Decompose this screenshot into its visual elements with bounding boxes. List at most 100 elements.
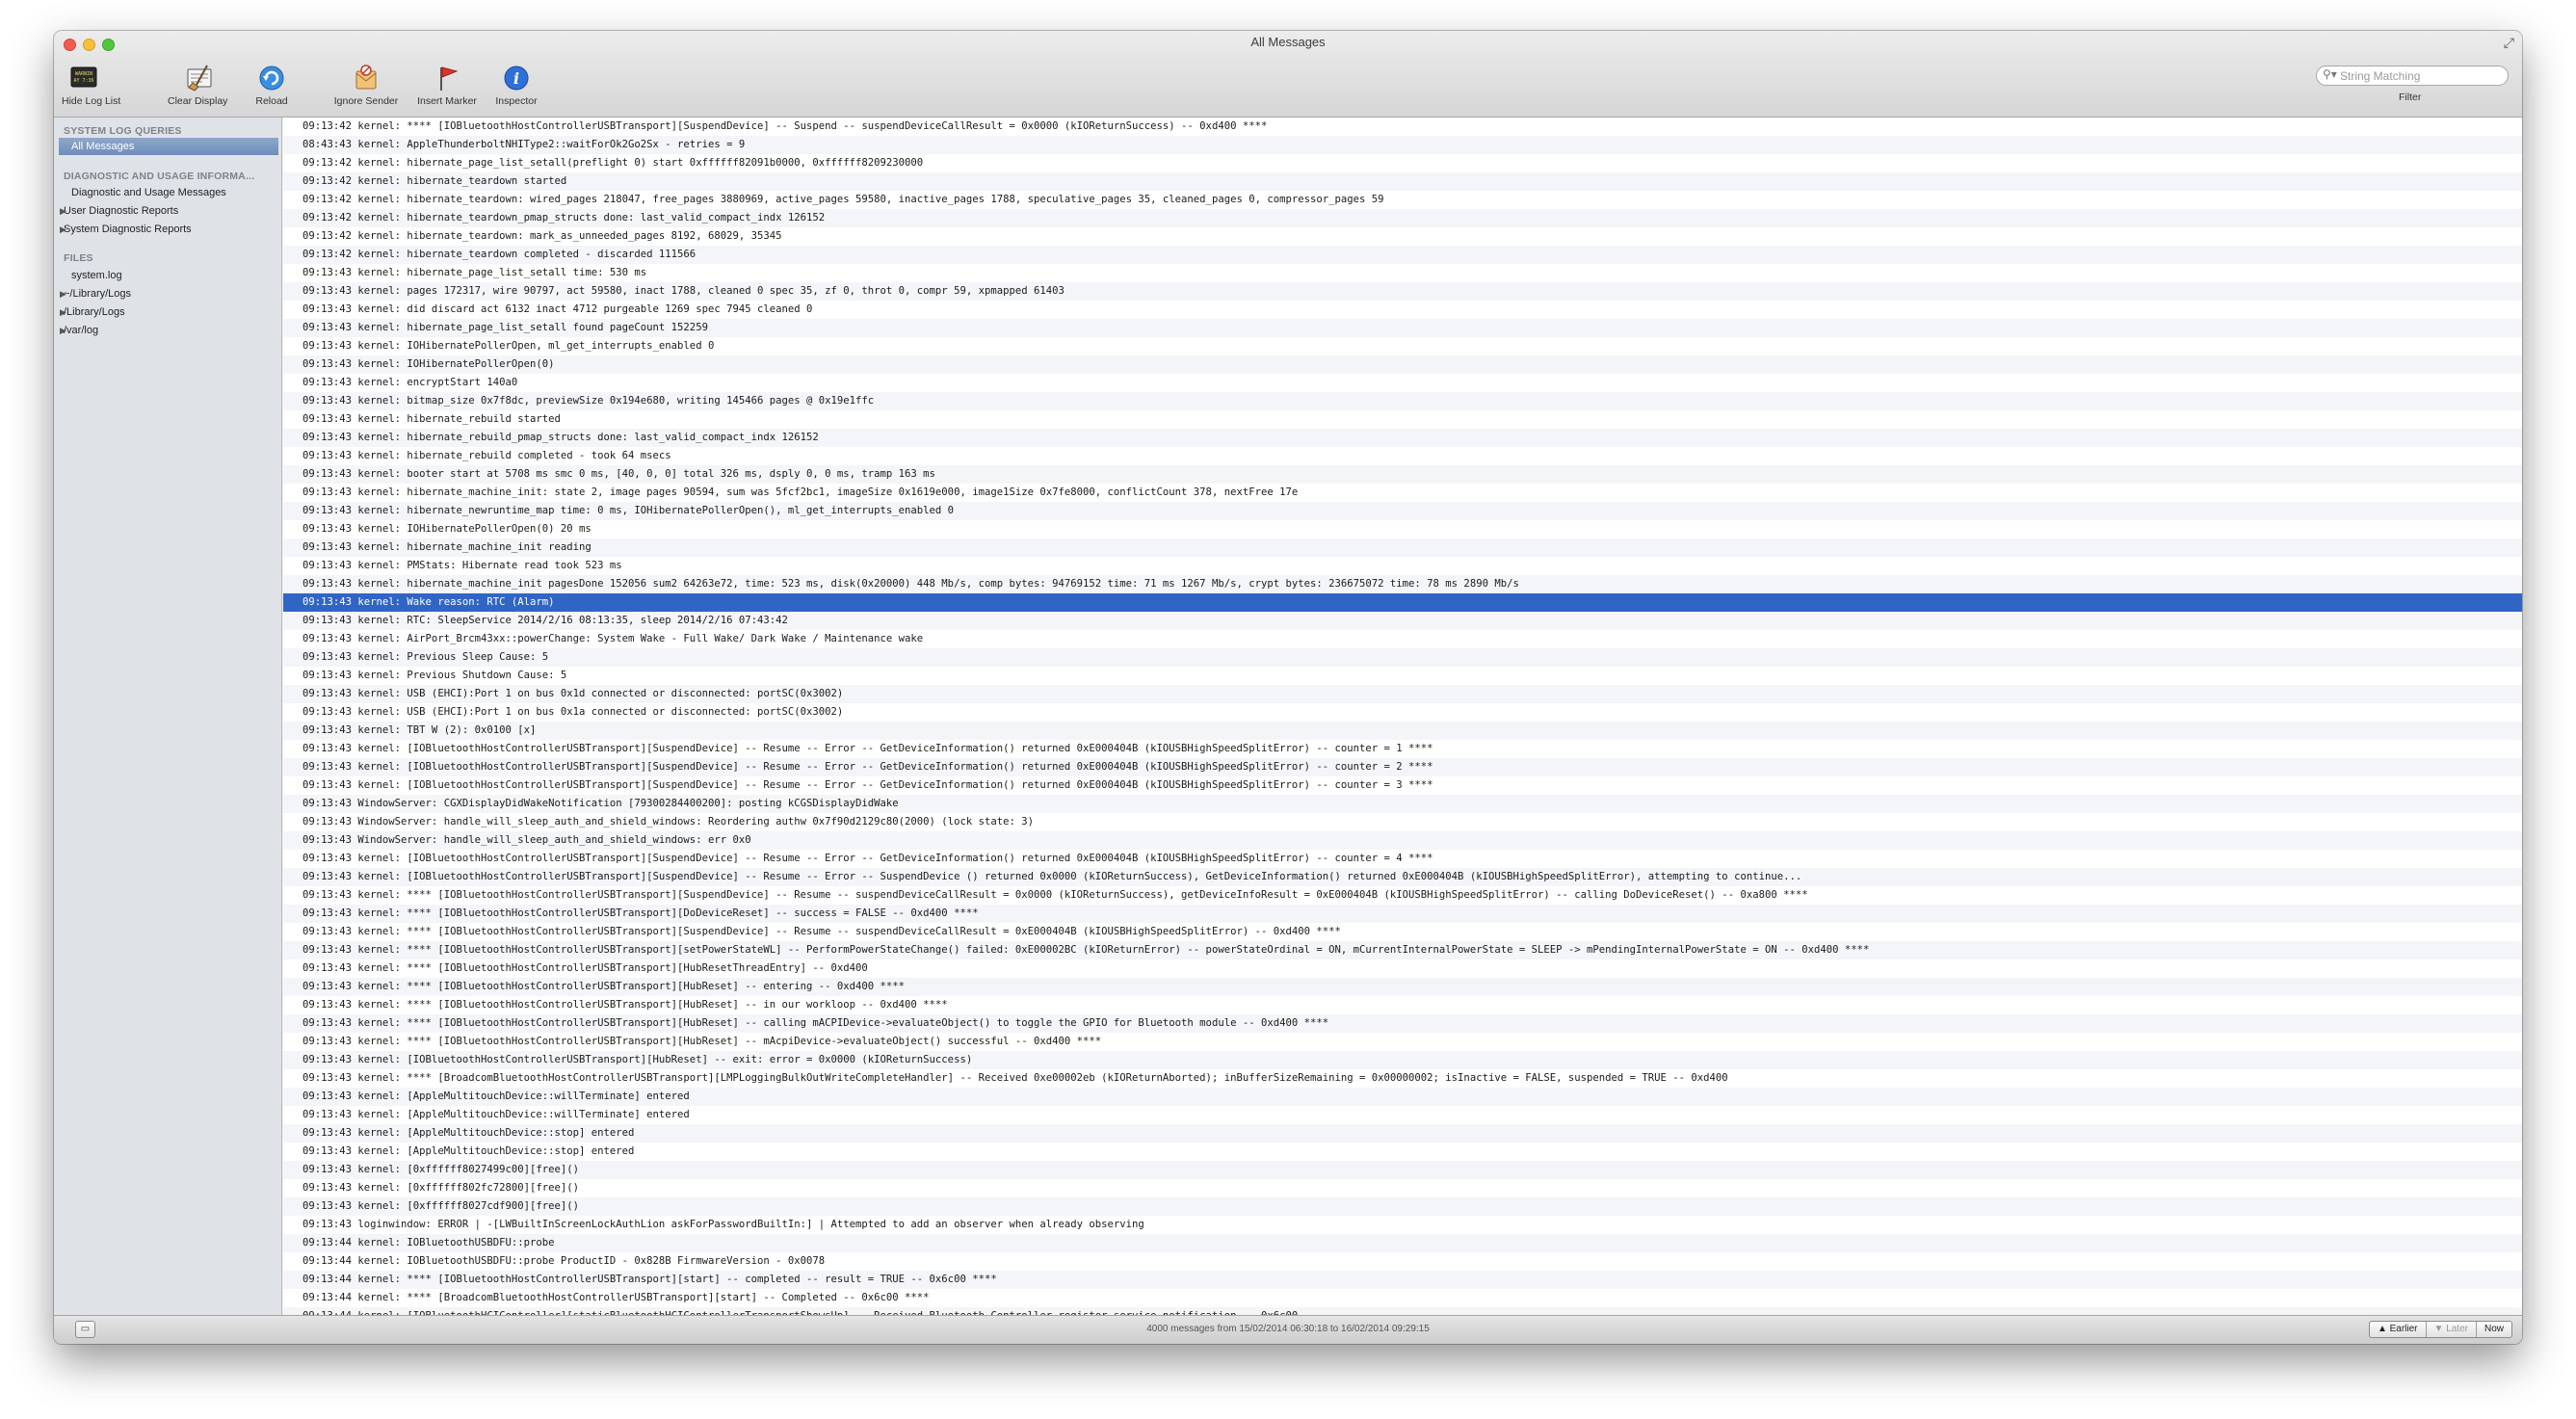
log-row[interactable]: 09:13:43 kernel: Wake reason: RTC (Alarm… xyxy=(283,593,2522,612)
log-row[interactable]: 09:13:43 WindowServer: CGXDisplayDidWake… xyxy=(283,795,2522,813)
log-row[interactable]: 09:13:43 kernel: [AppleMultitouchDevice:… xyxy=(283,1106,2522,1124)
svg-text:AY 7:36: AY 7:36 xyxy=(73,78,93,84)
log-row[interactable]: 09:13:43 kernel: **** [IOBluetoothHostCo… xyxy=(283,886,2522,905)
log-row[interactable]: 09:13:44 kernel: **** [BroadcomBluetooth… xyxy=(283,1289,2522,1307)
window-title: All Messages xyxy=(1250,35,1326,49)
inspector-button[interactable]: i Inspector xyxy=(489,64,543,114)
log-row[interactable]: 09:13:43 WindowServer: handle_will_sleep… xyxy=(283,831,2522,850)
log-row[interactable]: 09:13:43 kernel: AirPort_Brcm43xx::power… xyxy=(283,630,2522,648)
console-window: All Messages ⤢ WARNIN AY 7:36 Hide Log L… xyxy=(54,31,2522,1344)
log-row[interactable]: 09:13:43 kernel: Previous Shutdown Cause… xyxy=(283,667,2522,685)
sidebar-item-system-reports[interactable]: ▶ System Diagnostic Reports xyxy=(54,221,282,238)
clear-display-button[interactable]: Clear Display xyxy=(168,64,227,114)
status-bar: ▭ 4000 messages from 15/02/2014 06:30:18… xyxy=(54,1315,2522,1344)
sidebar-item-var-log[interactable]: ▶ /var/log xyxy=(54,322,282,339)
log-row[interactable]: 09:13:43 kernel: hibernate_rebuild_pmap_… xyxy=(283,429,2522,447)
log-row[interactable]: 09:13:43 kernel: **** [IOBluetoothHostCo… xyxy=(283,905,2522,923)
sidebar-item-diag-usage[interactable]: Diagnostic and Usage Messages xyxy=(54,184,282,201)
filter-label: Filter xyxy=(2399,92,2422,103)
log-row[interactable]: 09:13:43 kernel: hibernate_page_list_set… xyxy=(283,319,2522,337)
log-row[interactable]: 09:13:42 kernel: hibernate_teardown: wir… xyxy=(283,191,2522,209)
log-row[interactable]: 09:13:43 kernel: hibernate_machine_init:… xyxy=(283,484,2522,502)
log-row[interactable]: 09:13:43 kernel: [0xffffff8027499c00][fr… xyxy=(283,1161,2522,1179)
log-row[interactable]: 09:13:43 kernel: [IOBluetoothHostControl… xyxy=(283,758,2522,776)
log-row[interactable]: 09:13:42 kernel: hibernate_teardown_pmap… xyxy=(283,209,2522,227)
log-row[interactable]: 09:13:43 kernel: [IOBluetoothHostControl… xyxy=(283,740,2522,758)
log-row[interactable]: 09:13:43 kernel: USB (EHCI):Port 1 on bu… xyxy=(283,703,2522,722)
log-row[interactable]: 09:13:43 kernel: **** [IOBluetoothHostCo… xyxy=(283,959,2522,978)
insert-marker-button[interactable]: Insert Marker xyxy=(410,64,484,114)
log-row[interactable]: 09:13:42 kernel: hibernate_teardown: mar… xyxy=(283,227,2522,246)
log-row[interactable]: 09:13:43 kernel: hibernate_newruntime_ma… xyxy=(283,502,2522,520)
log-row[interactable]: 09:13:44 kernel: IOBluetoothUSBDFU::prob… xyxy=(283,1234,2522,1252)
log-row[interactable]: 09:13:43 kernel: [0xffffff8027cdf900][fr… xyxy=(283,1197,2522,1216)
log-row[interactable]: 09:13:43 kernel: IOHibernatePollerOpen(0… xyxy=(283,520,2522,539)
log-row[interactable]: 09:13:43 kernel: bitmap_size 0x7f8dc, pr… xyxy=(283,392,2522,410)
sidebar-item-user-library-logs[interactable]: ▶ ~/Library/Logs xyxy=(54,285,282,302)
log-row[interactable]: 09:13:43 kernel: [AppleMultitouchDevice:… xyxy=(283,1143,2522,1161)
log-row[interactable]: 09:13:43 kernel: IOHibernatePollerOpen, … xyxy=(283,337,2522,355)
disclosure-triangle-icon[interactable]: ▶ xyxy=(60,221,66,238)
log-row[interactable]: 09:13:43 kernel: PMStats: Hibernate read… xyxy=(283,557,2522,575)
log-row[interactable]: 09:13:43 kernel: **** [IOBluetoothHostCo… xyxy=(283,941,2522,959)
log-row[interactable]: 09:13:42 kernel: hibernate_teardown comp… xyxy=(283,246,2522,264)
log-row[interactable]: 09:13:43 loginwindow: ERROR | -[LWBuiltI… xyxy=(283,1216,2522,1234)
log-row[interactable]: 09:13:43 WindowServer: handle_will_sleep… xyxy=(283,813,2522,831)
fullscreen-icon[interactable]: ⤢ xyxy=(2504,35,2514,51)
log-row[interactable]: 09:13:43 kernel: pages 172317, wire 9079… xyxy=(283,282,2522,301)
log-row[interactable]: 08:43:43 kernel: AppleThunderboltNHIType… xyxy=(283,136,2522,154)
log-row[interactable]: 09:13:43 kernel: [IOBluetoothHostControl… xyxy=(283,776,2522,795)
log-row[interactable]: 09:13:43 kernel: IOHibernatePollerOpen(0… xyxy=(283,355,2522,374)
log-row[interactable]: 09:13:43 kernel: [AppleMultitouchDevice:… xyxy=(283,1124,2522,1143)
log-row[interactable]: 09:13:42 kernel: **** [IOBluetoothHostCo… xyxy=(283,118,2522,136)
log-row[interactable]: 09:13:44 kernel: [IOBluetoothHCIControll… xyxy=(283,1307,2522,1315)
log-row[interactable]: 09:13:43 kernel: **** [BroadcomBluetooth… xyxy=(283,1069,2522,1088)
log-row[interactable]: 09:13:43 kernel: booter start at 5708 ms… xyxy=(283,465,2522,484)
log-row[interactable]: 09:13:43 kernel: Previous Sleep Cause: 5 xyxy=(283,648,2522,667)
log-row[interactable]: 09:13:43 kernel: encryptStart 140a0 xyxy=(283,374,2522,392)
now-button[interactable]: Now xyxy=(2477,1322,2511,1337)
log-row[interactable]: 09:13:43 kernel: [IOBluetoothHostControl… xyxy=(283,1051,2522,1069)
log-row[interactable]: 09:13:43 kernel: **** [IOBluetoothHostCo… xyxy=(283,1014,2522,1033)
inspector-label: Inspector xyxy=(495,95,538,107)
log-row[interactable]: 09:13:43 kernel: USB (EHCI):Port 1 on bu… xyxy=(283,685,2522,703)
log-row[interactable]: 09:13:43 kernel: **** [IOBluetoothHostCo… xyxy=(283,1033,2522,1051)
sidebar-item-user-reports[interactable]: ▶ User Diagnostic Reports xyxy=(54,202,282,220)
hide-log-list-button[interactable]: WARNIN AY 7:36 Hide Log List xyxy=(62,64,120,114)
disclosure-triangle-icon[interactable]: ▶ xyxy=(60,202,66,220)
log-row[interactable]: 09:13:43 kernel: **** [IOBluetoothHostCo… xyxy=(283,923,2522,941)
log-row[interactable]: 09:13:43 kernel: TBT W (2): 0x0100 [x] xyxy=(283,722,2522,740)
disclosure-triangle-icon[interactable]: ▶ xyxy=(60,303,66,321)
log-row[interactable]: 09:13:42 kernel: hibernate_teardown star… xyxy=(283,172,2522,191)
log-row[interactable]: 09:13:43 kernel: [0xffffff802fc72800][fr… xyxy=(283,1179,2522,1197)
log-row[interactable]: 09:13:43 kernel: RTC: SleepService 2014/… xyxy=(283,612,2522,630)
log-row[interactable]: 09:13:43 kernel: **** [IOBluetoothHostCo… xyxy=(283,996,2522,1014)
sidebar-item-system-log[interactable]: system.log xyxy=(54,267,282,284)
earlier-button[interactable]: ▲ Earlier xyxy=(2370,1322,2427,1337)
marker-flag-icon xyxy=(440,66,459,91)
reload-button[interactable]: Reload xyxy=(252,64,291,114)
log-message-list[interactable]: 09:13:42 kernel: **** [IOBluetoothHostCo… xyxy=(283,118,2522,1315)
sidebar-item-library-logs[interactable]: ▶ /Library/Logs xyxy=(54,303,282,321)
ignore-sender-icon xyxy=(355,65,377,90)
log-row[interactable]: 09:13:44 kernel: **** [IOBluetoothHostCo… xyxy=(283,1271,2522,1289)
ignore-sender-button[interactable]: Ignore Sender xyxy=(329,64,403,114)
log-row[interactable]: 09:13:43 kernel: [IOBluetoothHostControl… xyxy=(283,868,2522,886)
later-button[interactable]: ▼ Later xyxy=(2427,1322,2477,1337)
log-row[interactable]: 09:13:43 kernel: hibernate_machine_init … xyxy=(283,575,2522,593)
log-row[interactable]: 09:13:43 kernel: hibernate_rebuild start… xyxy=(283,410,2522,429)
log-row[interactable]: 09:13:43 kernel: [AppleMultitouchDevice:… xyxy=(283,1088,2522,1106)
log-row[interactable]: 09:13:43 kernel: did discard act 6132 in… xyxy=(283,301,2522,319)
sidebar-item-all-messages[interactable]: All Messages xyxy=(59,138,278,155)
search-input[interactable] xyxy=(2316,66,2509,86)
log-row[interactable]: 09:13:42 kernel: hibernate_page_list_set… xyxy=(283,154,2522,172)
disclosure-triangle-icon[interactable]: ▶ xyxy=(60,322,66,339)
log-row[interactable]: 09:13:43 kernel: **** [IOBluetoothHostCo… xyxy=(283,978,2522,996)
log-row[interactable]: 09:13:43 kernel: hibernate_page_list_set… xyxy=(283,264,2522,282)
log-row[interactable]: 09:13:43 kernel: hibernate_machine_init … xyxy=(283,539,2522,557)
log-row[interactable]: 09:13:43 kernel: hibernate_rebuild compl… xyxy=(283,447,2522,465)
disclosure-triangle-icon[interactable]: ▶ xyxy=(60,285,66,302)
reload-icon xyxy=(259,66,284,91)
log-row[interactable]: 09:13:44 kernel: IOBluetoothUSBDFU::prob… xyxy=(283,1252,2522,1271)
log-row[interactable]: 09:13:43 kernel: [IOBluetoothHostControl… xyxy=(283,850,2522,868)
